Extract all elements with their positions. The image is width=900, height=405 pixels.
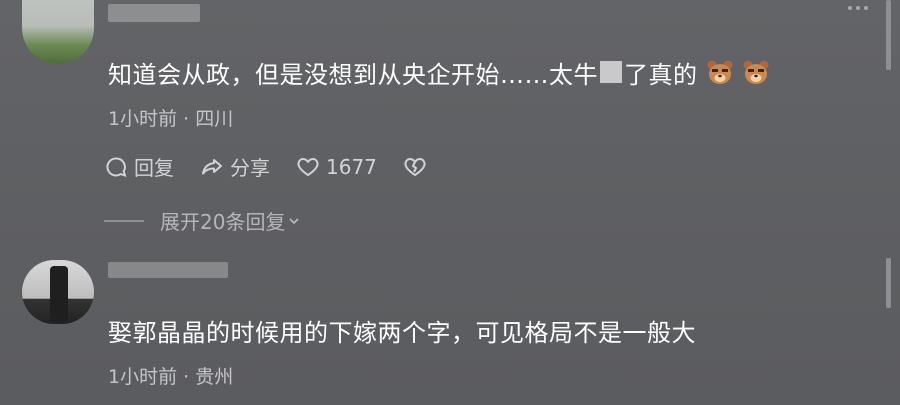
dislike-button[interactable] [403, 155, 427, 179]
comment-time-location: 1小时前 · 四川 [108, 108, 234, 130]
censor-block [600, 61, 622, 83]
username-blurred[interactable] [108, 262, 228, 278]
comment-text[interactable]: 娶郭晶晶的时候用的下嫁两个字，可见格局不是一般大 [108, 312, 696, 348]
expand-replies-button[interactable]: 展开20条回复 [104, 206, 301, 235]
share-label: 分享 [230, 156, 270, 180]
comment-text-part-2: 了真的 [624, 60, 698, 89]
expand-replies-label: 展开20条回复 [160, 210, 286, 234]
comment-actions: 回复 分享 1677 [104, 152, 453, 181]
comment-text[interactable]: 知道会从政，但是没想到从央企开始……太牛 了真的 [108, 54, 770, 90]
more-options-icon[interactable] [848, 6, 868, 10]
avatar[interactable] [22, 0, 94, 64]
reply-button[interactable]: 回复 [104, 152, 174, 181]
chevron-down-icon [289, 217, 300, 224]
comment-list: 知道会从政，但是没想到从央企开始……太牛 了真的 1小时前 · 四川 回复 分享… [0, 0, 900, 405]
scrollbar[interactable] [886, 0, 891, 70]
username-blurred[interactable] [108, 4, 200, 22]
scrollbar[interactable] [886, 258, 891, 308]
reply-label: 回复 [134, 156, 174, 180]
share-icon [202, 158, 222, 174]
broken-heart-icon [404, 157, 426, 176]
like-button[interactable]: 1677 [296, 155, 377, 179]
heart-icon [297, 157, 319, 176]
divider-line [104, 219, 144, 222]
reply-icon [106, 156, 127, 177]
comment-time-location: 1小时前 · 贵州 [108, 366, 234, 388]
bear-face-icon [742, 59, 770, 85]
comment-text-body: 娶郭晶晶的时候用的下嫁两个字，可见格局不是一般大 [108, 318, 696, 347]
share-button[interactable]: 分享 [200, 152, 270, 181]
bear-face-icon [706, 59, 734, 85]
avatar[interactable] [22, 260, 94, 324]
comment-text-part-1: 知道会从政，但是没想到从央企开始……太牛 [108, 60, 598, 89]
like-count: 1677 [326, 154, 377, 179]
